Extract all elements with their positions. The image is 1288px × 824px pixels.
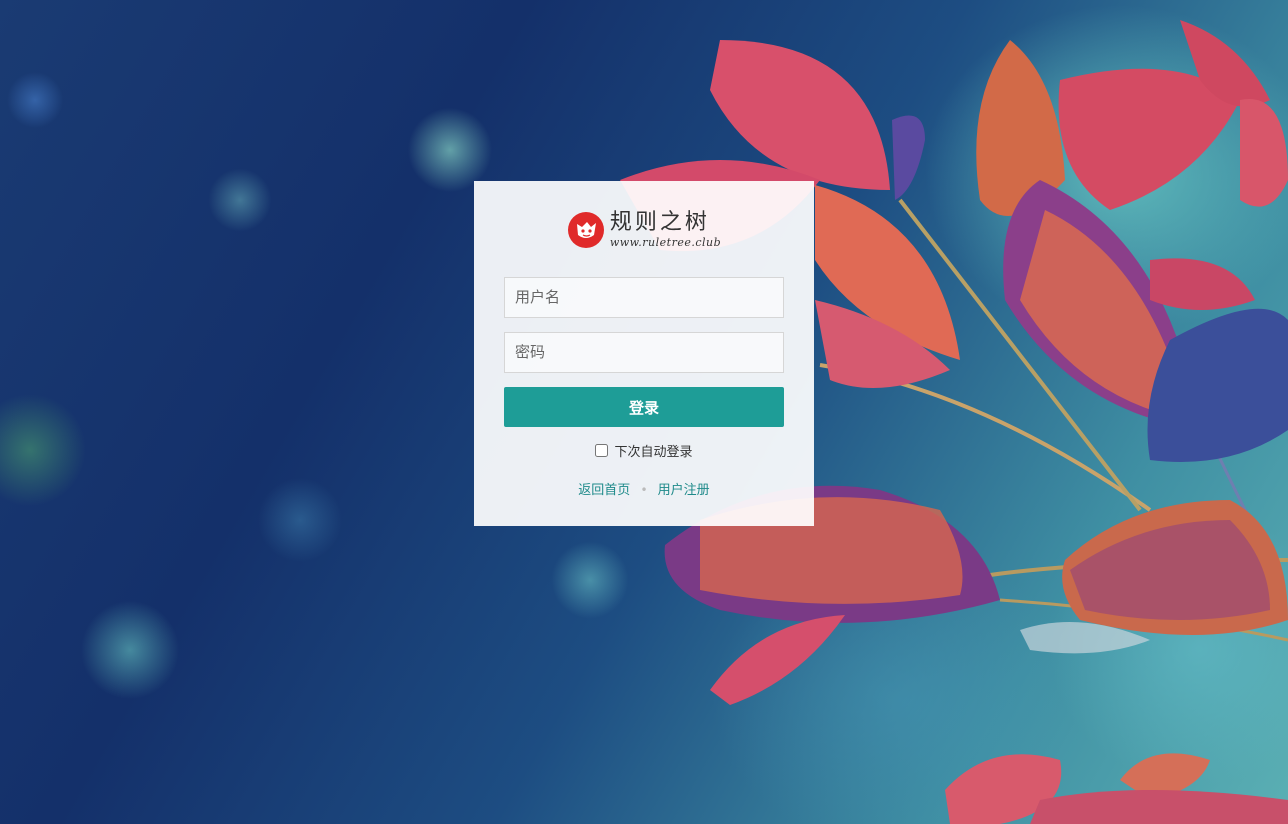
ruletree-logo-icon bbox=[567, 212, 604, 248]
username-input[interactable] bbox=[504, 277, 784, 318]
background-photo: 规则之树 www.ruletree.club 登录 下次自动登录 返回首页 • … bbox=[0, 0, 1288, 824]
remember-me[interactable]: 下次自动登录 bbox=[504, 441, 784, 460]
remember-me-checkbox[interactable] bbox=[595, 444, 609, 457]
home-link[interactable]: 返回首页 bbox=[578, 483, 630, 498]
footer-links: 返回首页 • 用户注册 bbox=[504, 479, 784, 498]
logo-title: 规则之树 bbox=[609, 210, 710, 235]
password-input[interactable] bbox=[504, 332, 784, 373]
link-separator: • bbox=[640, 483, 648, 497]
site-logo[interactable]: 规则之树 www.ruletree.club bbox=[504, 209, 784, 251]
remember-me-label: 下次自动登录 bbox=[614, 445, 693, 460]
logo-url: www.ruletree.club bbox=[609, 236, 722, 249]
login-card: 规则之树 www.ruletree.club 登录 下次自动登录 返回首页 • … bbox=[474, 181, 814, 526]
login-button[interactable]: 登录 bbox=[504, 387, 784, 427]
logo-text: 规则之树 www.ruletree.club bbox=[609, 210, 722, 249]
register-link[interactable]: 用户注册 bbox=[658, 483, 710, 498]
